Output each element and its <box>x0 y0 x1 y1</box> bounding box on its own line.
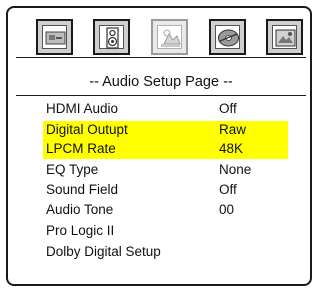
menu-row-dolby-digital-setup[interactable]: Dolby Digital Setup <box>43 243 288 262</box>
page-title: -- Audio Setup Page -- <box>89 74 233 90</box>
tab-picture-settings[interactable] <box>266 19 303 55</box>
video-setup-icon <box>161 29 181 47</box>
menu-row-eq-type[interactable]: EQ Type None <box>43 161 288 180</box>
tab-audio-setup[interactable] <box>93 19 130 55</box>
menu-row-label: Pro Logic II <box>46 223 115 238</box>
menu-row-label: LPCM Rate <box>46 141 116 156</box>
menu-row-value: Off <box>219 101 237 116</box>
menu-row-label: HDMI Audio <box>46 101 119 116</box>
setup-menu-panel: -- Audio Setup Page -- HDMI Audio Off Di… <box>6 6 312 286</box>
tab-video-setup[interactable] <box>151 19 188 55</box>
general-setup-icon <box>45 31 66 45</box>
tab-separator-line <box>16 57 306 58</box>
menu-row-value: 00 <box>219 202 235 217</box>
picture-settings-icon <box>275 29 296 47</box>
menu-row-audio-tone[interactable]: Audio Tone 00 <box>43 201 288 220</box>
menu-row-label: Digital Outupt <box>46 122 128 137</box>
tab-general-setup[interactable] <box>36 19 73 55</box>
audio-speaker-icon <box>106 27 119 49</box>
title-separator-line <box>16 95 306 96</box>
disc-preference-icon <box>218 29 239 47</box>
menu-row-label: Sound Field <box>46 182 119 197</box>
menu-row-label: Dolby Digital Setup <box>46 244 161 259</box>
menu-row-label: Audio Tone <box>46 202 114 217</box>
menu-row-value: None <box>219 162 252 177</box>
menu-row-hdmi-audio[interactable]: HDMI Audio Off <box>43 100 288 119</box>
menu-row-lpcm-rate[interactable]: LPCM Rate 48K <box>43 140 288 159</box>
menu-row-sound-field[interactable]: Sound Field Off <box>43 181 288 200</box>
menu-row-digital-output[interactable]: Digital Outupt Raw <box>43 121 288 140</box>
menu-row-value: Raw <box>219 122 247 137</box>
tab-preference[interactable] <box>209 19 246 55</box>
menu-row-label: EQ Type <box>46 162 99 177</box>
menu-row-value: Off <box>219 182 237 197</box>
menu-row-pro-logic[interactable]: Pro Logic II <box>43 222 288 241</box>
menu-row-value: 48K <box>219 141 244 156</box>
